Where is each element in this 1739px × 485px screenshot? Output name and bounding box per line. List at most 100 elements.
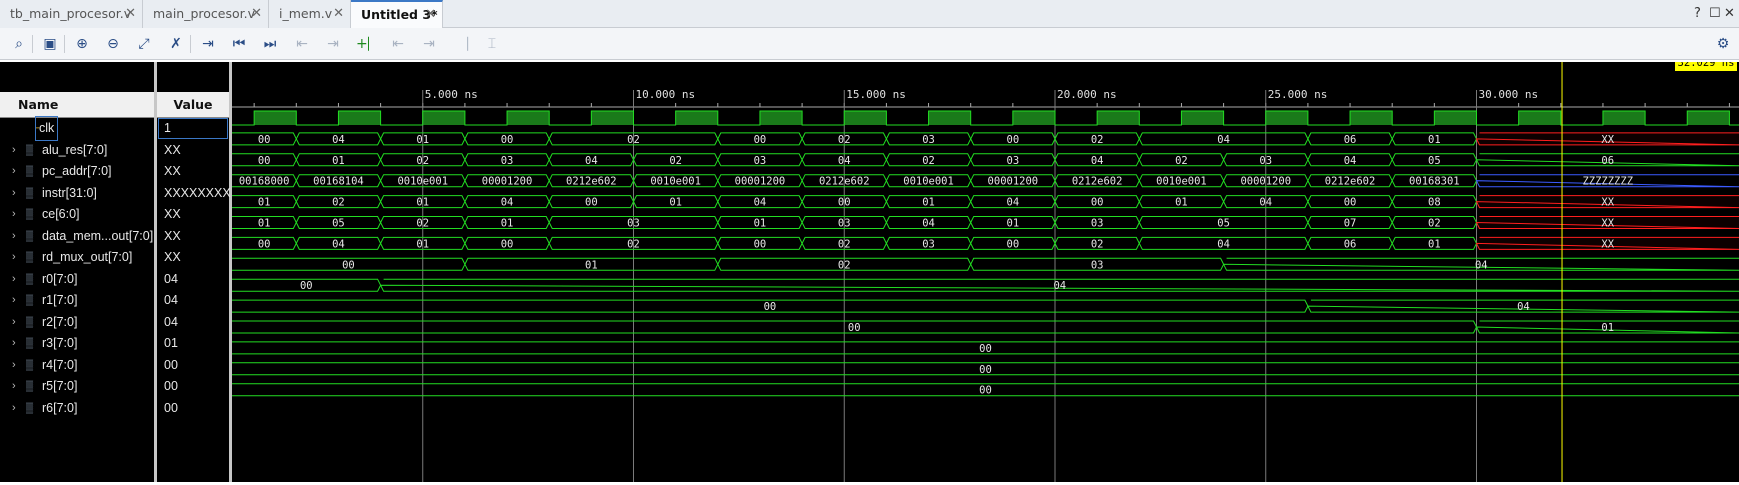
expand-chevron-icon[interactable]: › [12, 203, 16, 226]
bus-value-label: 00001200 [735, 176, 786, 188]
signal-name: clk [36, 117, 57, 140]
bus-signal-icon: ▒ [26, 289, 33, 312]
close-icon[interactable]: ✕ [333, 0, 344, 28]
tab-label: main_procesor.v [153, 6, 255, 21]
settings-icon[interactable]: ⚙ [1713, 34, 1733, 54]
signal-name: r4[7:0] [42, 354, 77, 377]
signal-row-r4-7-0[interactable]: ›▒r4[7:0] [0, 354, 154, 377]
prev-transition-icon[interactable]: ⇤ [292, 34, 312, 54]
bus-value-label: 03 [501, 155, 514, 167]
tab-main-procesor[interactable]: main_procesor.v✕ [143, 0, 269, 28]
expand-chevron-icon[interactable]: › [12, 375, 16, 398]
signal-row-r0-7-0[interactable]: ›▒r0[7:0] [0, 268, 154, 291]
bus-value-label: 00168301 [1409, 176, 1460, 188]
close-icon[interactable]: ✕ [425, 2, 436, 28]
add-marker-icon[interactable]: +⎸ [356, 34, 376, 54]
help-icon[interactable]: ? [1694, 0, 1701, 28]
clock-high-pulse [1013, 111, 1055, 125]
bus-value-label: 00 [838, 197, 851, 209]
close-icon[interactable]: ✕ [125, 0, 136, 28]
signal-row-r2-7-0[interactable]: ›▒r2[7:0] [0, 311, 154, 334]
signal-row-r6-7-0[interactable]: ›▒r6[7:0] [0, 397, 154, 420]
signal-row-pc-addr-7-0[interactable]: ›▒pc_addr[7:0] [0, 160, 154, 183]
snap-icon[interactable]: ⌶ [482, 34, 502, 54]
waveform-canvas[interactable]: 5.000 ns10.000 ns15.000 ns20.000 ns25.00… [232, 62, 1739, 482]
close-icon[interactable]: ✕ [251, 0, 262, 28]
time-tick-label: 5.000 ns [425, 88, 478, 101]
signal-row-data-mem-out-7-0[interactable]: ›▒data_mem...out[7:0] [0, 225, 154, 248]
zoom-out-icon[interactable]: ⊖ [103, 34, 123, 54]
bus-value-label: 05 [1217, 218, 1230, 230]
save-icon[interactable]: ▣ [40, 34, 60, 54]
goto-cursor-icon[interactable]: ⇥ [198, 34, 218, 54]
signal-value: XX [157, 225, 229, 248]
bus-value-label: 03 [1091, 218, 1104, 230]
bus-value-label: 0010e001 [650, 176, 701, 188]
cursor-swap-icon[interactable]: ✗ [166, 34, 186, 54]
signal-name: r0[7:0] [42, 268, 77, 291]
tab-untitled-3[interactable]: Untitled 3*✕ [351, 0, 443, 28]
clock-high-pulse [1181, 111, 1223, 125]
bus-value-label: 04 [1007, 197, 1020, 209]
bus-value-label: 07 [1344, 218, 1357, 230]
signal-row-clk[interactable]: └clk [0, 117, 154, 140]
tab-tb-main-procesor[interactable]: tb_main_procesor.v✕ [0, 0, 143, 28]
bus-value-label: 00 [979, 343, 992, 355]
expand-chevron-icon[interactable]: › [12, 225, 16, 248]
bus-signal-icon: ▒ [26, 203, 33, 226]
clock-high-pulse [929, 111, 971, 125]
goto-end-icon[interactable]: ⏭ [260, 34, 280, 54]
bus-signal-icon: ▒ [26, 311, 33, 334]
name-column-header[interactable]: Name [0, 92, 154, 118]
next-transition-icon[interactable]: ⇥ [323, 34, 343, 54]
signal-value: XX [157, 139, 229, 162]
bus-value-label: 06 [1601, 155, 1614, 167]
bus-value-label: 08 [1428, 197, 1441, 209]
signal-row-r5-7-0[interactable]: ›▒r5[7:0] [0, 375, 154, 398]
prev-marker-icon[interactable]: ⇤ [388, 34, 408, 54]
bus-value-label: 04 [332, 134, 345, 146]
expand-chevron-icon[interactable]: › [12, 160, 16, 183]
value-column-header[interactable]: Value [157, 92, 229, 118]
expand-chevron-icon[interactable]: › [12, 268, 16, 291]
expand-chevron-icon[interactable]: › [12, 139, 16, 162]
expand-chevron-icon[interactable]: › [12, 289, 16, 312]
bus-value-label: 00 [258, 134, 271, 146]
search-icon[interactable]: ⌕ [9, 34, 29, 54]
tab-i-mem[interactable]: i_mem.v✕ [269, 0, 351, 28]
restore-icon[interactable]: ☐ [1709, 0, 1721, 28]
expand-chevron-icon[interactable]: › [12, 397, 16, 420]
next-marker-icon[interactable]: ⇥ [419, 34, 439, 54]
bus-value-label: 02 [1175, 155, 1188, 167]
bus-value-label: 04 [922, 218, 935, 230]
goto-start-icon[interactable]: ⏮ [229, 34, 249, 54]
swap-cursors-icon[interactable]: ⎹ [451, 34, 471, 54]
bus-value-label: 03 [754, 155, 767, 167]
waveform-svg[interactable]: 5.000 ns10.000 ns15.000 ns20.000 ns25.00… [232, 62, 1739, 482]
cursor-time-label: 32.029 ns [1678, 62, 1735, 69]
zoom-fit-icon[interactable]: ⤢ [134, 34, 154, 54]
bus-value-label: 02 [922, 155, 935, 167]
signal-row-ce-6-0[interactable]: ›▒ce[6:0] [0, 203, 154, 226]
expand-chevron-icon[interactable]: › [12, 332, 16, 355]
expand-chevron-icon[interactable]: › [12, 246, 16, 269]
bus-value-label: 00 [342, 259, 355, 271]
close-window-icon[interactable]: ✕ [1724, 0, 1735, 28]
bus-value-label: 02 [838, 259, 851, 271]
bus-value-label: 01 [258, 218, 271, 230]
clock-high-pulse [1519, 111, 1561, 125]
signal-row-r3-7-0[interactable]: ›▒r3[7:0] [0, 332, 154, 355]
clock-high-pulse [1434, 111, 1476, 125]
signal-row-r1-7-0[interactable]: ›▒r1[7:0] [0, 289, 154, 312]
signal-row-rd-mux-out-7-0[interactable]: ›▒rd_mux_out[7:0] [0, 246, 154, 269]
expand-chevron-icon[interactable]: › [12, 311, 16, 334]
expand-chevron-icon[interactable]: › [12, 354, 16, 377]
bus-signal-icon: ▒ [26, 375, 33, 398]
bus-value-label: 00 [979, 364, 992, 376]
signal-row-instr-31-0[interactable]: ›▒instr[31:0] [0, 182, 154, 205]
signal-row-alu-res-7-0[interactable]: ›▒alu_res[7:0] [0, 139, 154, 162]
zoom-in-icon[interactable]: ⊕ [72, 34, 92, 54]
bus-value-label: 00 [501, 238, 514, 250]
bus-value-label: 02 [669, 155, 682, 167]
expand-chevron-icon[interactable]: › [12, 182, 16, 205]
